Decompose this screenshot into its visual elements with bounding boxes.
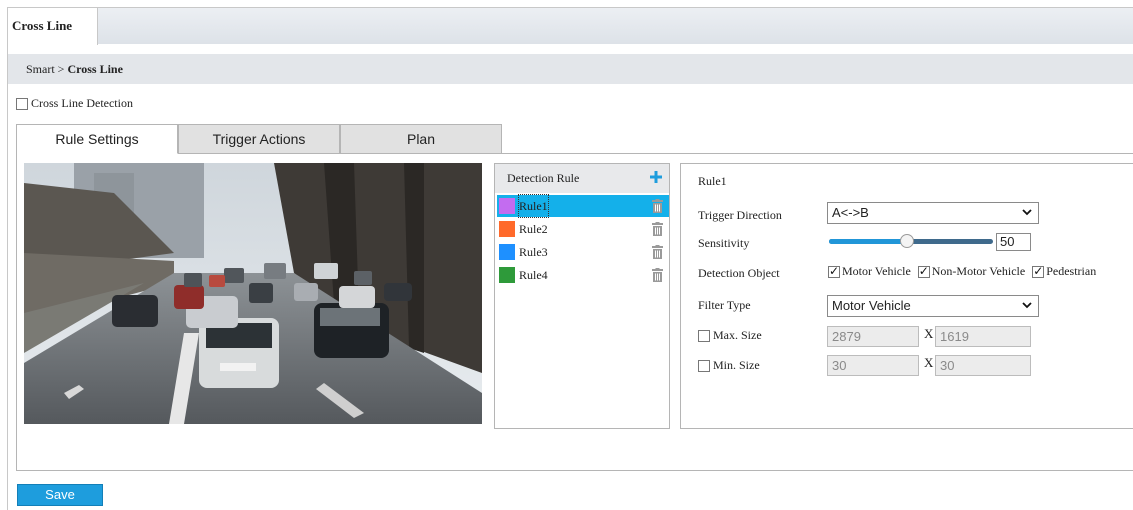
trash-icon[interactable]: [652, 245, 663, 259]
rule-color-swatch[interactable]: [499, 221, 515, 237]
rule-color-swatch[interactable]: [499, 244, 515, 260]
rule-color-swatch[interactable]: [499, 267, 515, 283]
detection-rule-list: Detection Rule Rule1 Rule2 Rule3 Rule4: [494, 163, 670, 429]
rule-row-2[interactable]: Rule2: [497, 218, 669, 240]
rule-row-3[interactable]: Rule3: [497, 241, 669, 263]
max-size-label: Max. Size: [713, 328, 762, 342]
add-rule-icon[interactable]: [649, 170, 663, 184]
sensitivity-input[interactable]: 50: [996, 233, 1031, 251]
chevron-down-icon: [1022, 209, 1032, 216]
filter-type-select[interactable]: Motor Vehicle: [827, 295, 1039, 317]
detection-rule-header: Detection Rule: [495, 164, 669, 193]
filter-type-label: Filter Type: [698, 298, 751, 312]
rule-name: Rule3: [519, 245, 548, 259]
rule-detail-title: Rule1: [698, 174, 727, 188]
min-size-x: X: [924, 355, 934, 370]
chevron-down-icon: [1022, 302, 1032, 309]
pedestrian-checkbox[interactable]: [1032, 264, 1045, 279]
max-size-checkbox[interactable]: [698, 330, 710, 343]
tab-plan[interactable]: Plan: [340, 124, 502, 154]
max-size-height-input[interactable]: 1619: [935, 326, 1031, 347]
max-size-x: X: [924, 326, 934, 341]
save-button[interactable]: Save: [17, 484, 103, 506]
min-size-label: Min. Size: [713, 358, 760, 372]
sensitivity-slider-handle[interactable]: [900, 234, 914, 248]
title-strip: [8, 8, 1133, 44]
trigger-direction-value: A<->B: [832, 205, 869, 220]
breadcrumb: Smart > Cross Line: [8, 54, 1133, 84]
sensitivity-label: Sensitivity: [698, 236, 750, 250]
trash-icon[interactable]: [652, 199, 663, 213]
non-motor-vehicle-checkbox[interactable]: [917, 264, 930, 279]
min-size-height-input[interactable]: 30: [935, 355, 1031, 376]
rule-row-1[interactable]: Rule1: [497, 194, 669, 218]
video-preview[interactable]: [24, 163, 482, 424]
detection-object-label: Detection Object: [698, 266, 780, 280]
pedestrian-label: Pedestrian: [1046, 264, 1097, 278]
tab-trigger-actions[interactable]: Trigger Actions: [178, 124, 340, 154]
street-scene-image: [24, 163, 482, 424]
trash-icon[interactable]: [652, 222, 663, 236]
max-size-width-input[interactable]: 2879: [827, 326, 919, 347]
rule-color-swatch[interactable]: [499, 198, 515, 214]
trash-icon[interactable]: [652, 268, 663, 282]
sensitivity-slider-fill: [829, 239, 907, 244]
non-motor-vehicle-label: Non-Motor Vehicle: [931, 264, 1026, 278]
min-size-row: Min. Size: [698, 358, 760, 373]
enable-row: Cross Line Detection: [16, 96, 133, 111]
min-size-checkbox[interactable]: [698, 360, 710, 373]
motor-vehicle-checkbox[interactable]: [828, 264, 840, 279]
rule-row-4[interactable]: Rule4: [497, 264, 669, 286]
rule-name: Rule1: [518, 194, 549, 218]
breadcrumb-parent[interactable]: Smart: [26, 62, 55, 76]
min-size-width-input[interactable]: 30: [827, 355, 919, 376]
tab-rule-settings[interactable]: Rule Settings: [16, 124, 178, 154]
motor-vehicle-label: Motor Vehicle: [842, 264, 911, 278]
trigger-direction-label: Trigger Direction: [698, 208, 782, 222]
page-tab[interactable]: Cross Line: [8, 8, 98, 45]
max-size-row: Max. Size: [698, 328, 762, 343]
trigger-direction-select[interactable]: A<->B: [827, 202, 1039, 224]
filter-type-value: Motor Vehicle: [832, 298, 911, 313]
cross-line-detection-label: Cross Line Detection: [31, 96, 133, 110]
cross-line-detection-checkbox[interactable]: [16, 98, 28, 111]
breadcrumb-current: Cross Line: [67, 62, 123, 76]
detection-rule-title: Detection Rule: [507, 171, 580, 185]
rule-name: Rule2: [519, 222, 548, 236]
breadcrumb-separator: >: [57, 62, 65, 76]
rule-name: Rule4: [519, 268, 548, 282]
detection-object-options: Motor Vehicle Non-Motor Vehicle Pedestri…: [828, 264, 1097, 279]
